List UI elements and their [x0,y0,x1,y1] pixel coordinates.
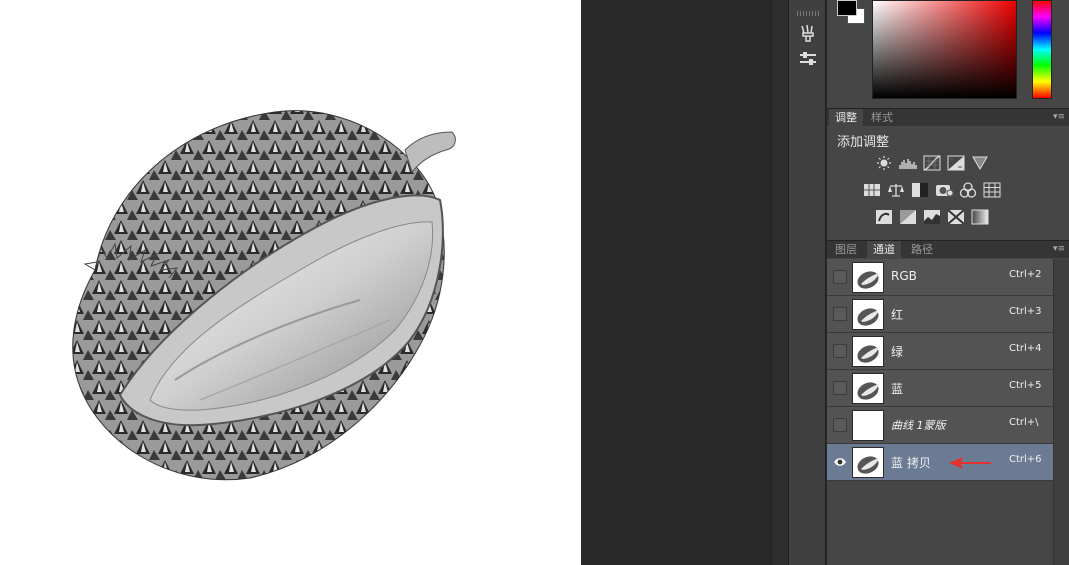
grip-handle[interactable] [797,11,819,16]
color-panel [827,0,1069,104]
selective-color-icon[interactable] [947,209,965,225]
channel-thumbnail [852,447,884,478]
channel-row-curves-mask[interactable]: 曲线 1蒙版 Ctrl+\ [827,407,1053,444]
channel-name: 红 [891,308,904,322]
layers-tab-bar: 图层 通道 路径 ▾≡ [827,240,1069,258]
black-white-icon[interactable] [911,182,929,198]
channel-mixer-icon[interactable] [959,182,977,198]
annotation-arrow-icon [949,457,991,469]
right-panel-dock: 调整 样式 ▾≡ 添加调整 图层 通道 路径 ▾≡ RGB Ctrl+2 红 C… [827,0,1069,565]
visibility-toggle[interactable] [833,344,847,358]
levels-icon[interactable] [899,155,917,171]
triangle-icon[interactable] [971,155,989,171]
channel-thumbnail [852,336,884,367]
adjustments-tab-bar: 调整 样式 ▾≡ [827,108,1069,126]
vibrance-icon[interactable] [863,182,881,198]
visibility-toggle[interactable] [833,455,847,469]
channel-shortcut: Ctrl+4 [1009,343,1042,354]
threshold-icon[interactable] [923,209,941,225]
channel-shortcut: Ctrl+5 [1009,380,1042,391]
channel-shortcut: Ctrl+2 [1009,269,1042,280]
panel-menu-icon[interactable]: ▾≡ [1053,109,1065,126]
curves-icon[interactable] [923,155,941,171]
tab-layers[interactable]: 图层 [829,241,863,258]
channel-name: 蓝 [891,382,904,396]
foreground-color-swatch[interactable] [837,0,857,16]
balance-icon[interactable] [887,182,905,198]
color-saturation-field[interactable] [872,0,1017,99]
channel-thumbnail [852,410,884,441]
visibility-toggle[interactable] [833,418,847,432]
brightness-icon[interactable] [875,155,893,171]
visibility-toggle[interactable] [833,381,847,395]
visibility-toggle[interactable] [833,307,847,321]
photo-filter-icon[interactable] [935,182,953,198]
panel-menu-icon[interactable]: ▾≡ [1053,241,1065,258]
channel-thumbnail [852,373,884,404]
channel-name: RGB [891,269,917,283]
pasteboard [581,0,771,565]
document-canvas[interactable] [0,0,581,565]
panel-divider[interactable] [771,0,788,565]
posterize-icon[interactable] [899,209,917,225]
channel-row-rgb[interactable]: RGB Ctrl+2 [827,259,1053,296]
eye-icon [834,458,846,466]
tab-styles[interactable]: 样式 [865,109,899,126]
hue-slider[interactable] [1032,0,1052,99]
channel-shortcut: Ctrl+3 [1009,306,1042,317]
tab-paths[interactable]: 路径 [905,241,939,258]
channel-name: 曲线 1蒙版 [891,419,946,432]
channel-thumbnail [852,262,884,293]
channel-name: 绿 [891,345,904,359]
tool-presets-icon[interactable] [794,46,822,72]
tab-channels[interactable]: 通道 [867,241,901,258]
visibility-toggle[interactable] [833,270,847,284]
brush-presets-icon[interactable] [794,20,822,46]
exposure-icon[interactable] [947,155,965,171]
channel-row-green[interactable]: 绿 Ctrl+4 [827,333,1053,370]
channel-row-blue[interactable]: 蓝 Ctrl+5 [827,370,1053,407]
panel-icon-strip [788,0,826,565]
channel-shortcut: Ctrl+6 [1009,454,1042,465]
channel-name: 蓝 拷贝 [891,456,931,470]
channel-row-blue-copy[interactable]: 蓝 拷贝 Ctrl+6 [827,444,1053,481]
channel-thumbnail [852,299,884,330]
invert-icon[interactable] [875,209,893,225]
channels-scrollbar[interactable] [1053,259,1069,565]
channels-list-empty-area [827,481,1053,565]
channel-row-red[interactable]: 红 Ctrl+3 [827,296,1053,333]
adjustments-title: 添加调整 [837,135,890,150]
tab-adjustments[interactable]: 调整 [829,109,863,126]
channel-shortcut: Ctrl+\ [1009,417,1039,428]
durian-image [72,110,456,481]
gradient-map-icon[interactable] [971,209,989,225]
color-lookup-icon[interactable] [983,182,1001,198]
